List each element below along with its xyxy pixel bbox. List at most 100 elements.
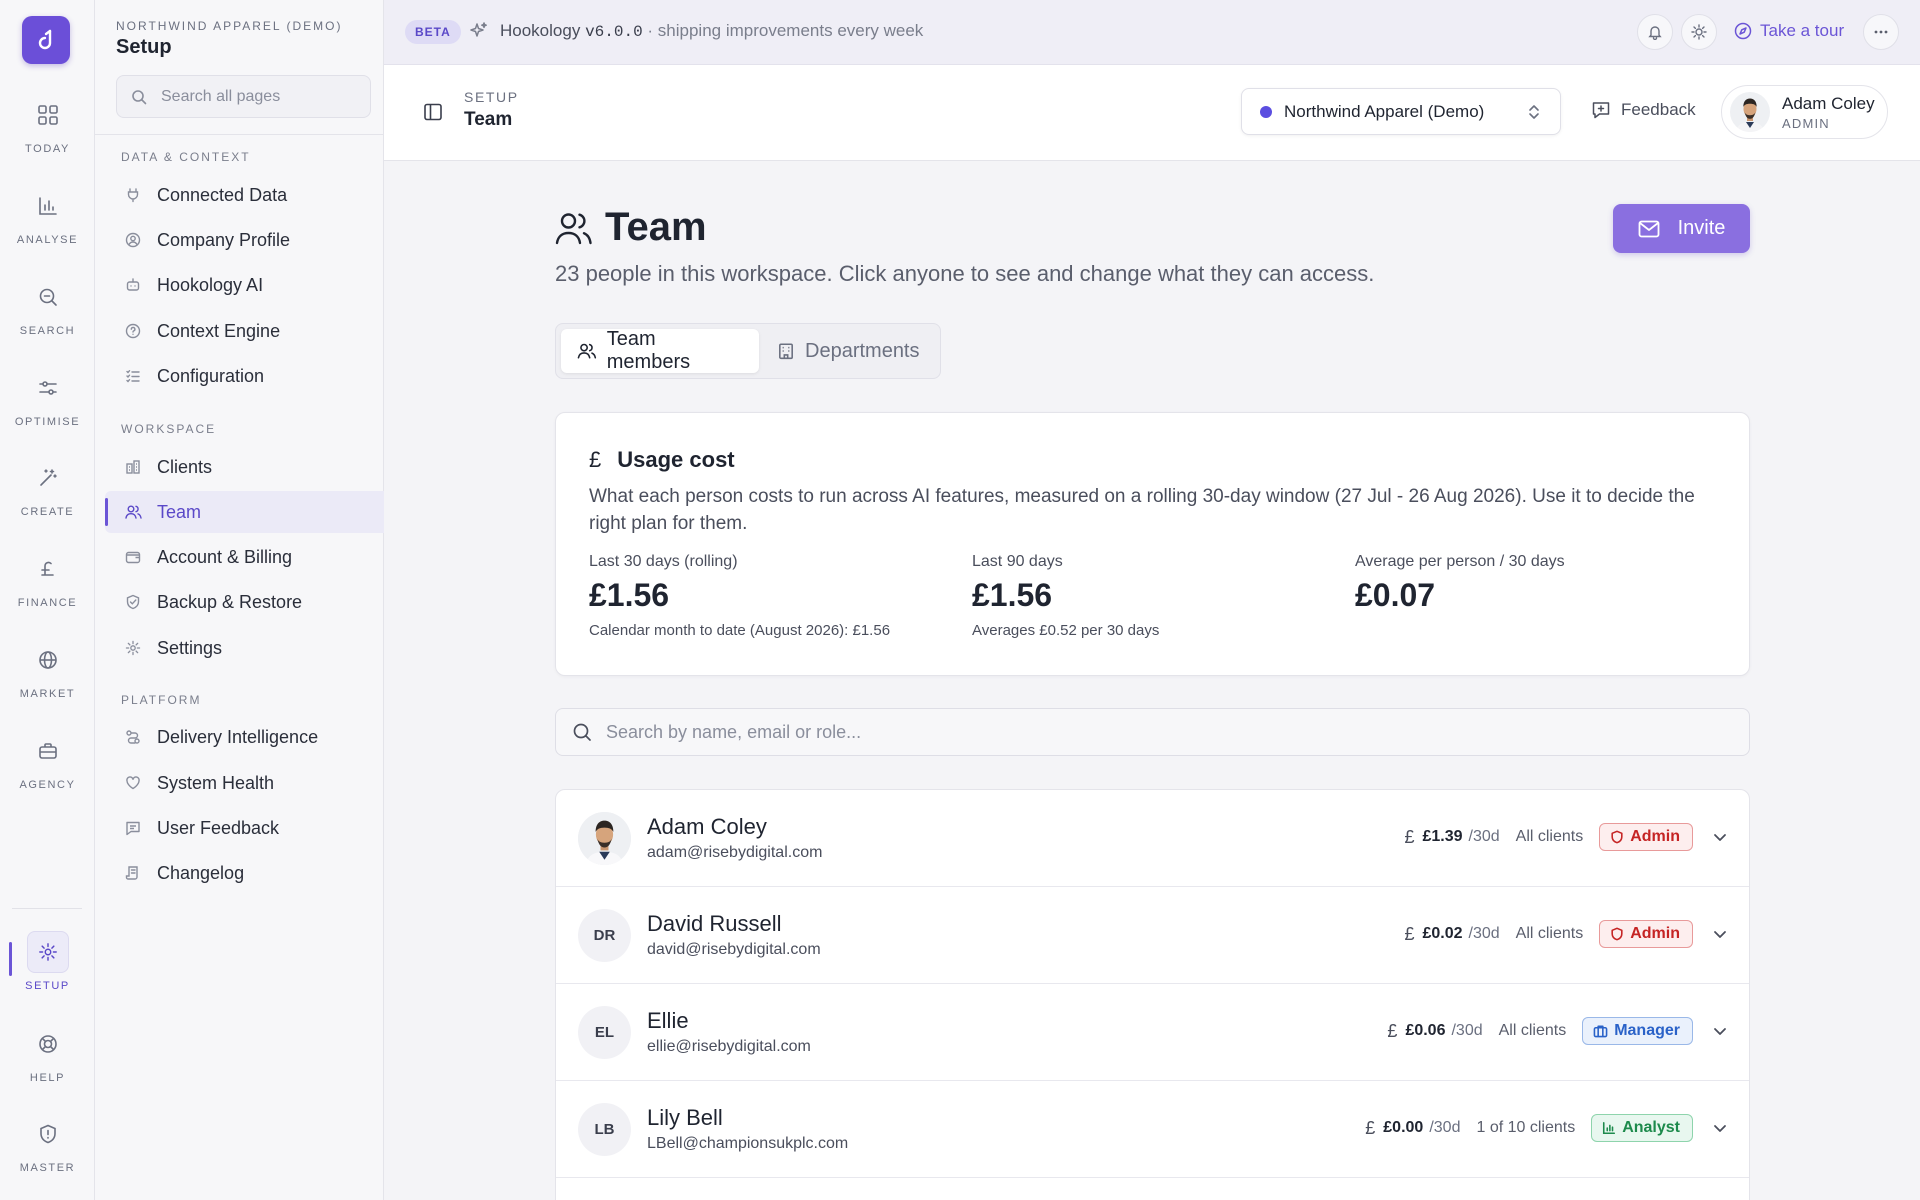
table-row[interactable]: DR David Russell david@risebydigital.com… [556,887,1749,984]
take-tour-button[interactable]: Take a tour [1734,21,1844,41]
shield-icon [1611,830,1623,844]
rail-item-market[interactable]: MARKET [0,640,95,700]
member-client-scope: All clients [1515,828,1584,845]
page-header: SETUP Team Northwind Apparel (Demo) Feed… [384,65,1920,161]
expand-row-button[interactable] [1711,925,1729,943]
stat-label: Average per person / 30 days [1355,553,1565,570]
rail-label: MARKET [19,688,76,700]
sidebar-item-user-feedback[interactable]: User Feedback [105,807,384,849]
rail-label: MASTER [19,1162,76,1174]
rail-item-agency[interactable]: AGENCY [0,731,95,791]
stat-note: Averages £0.52 per 30 days [972,622,1160,639]
role-badge: Manager [1582,1017,1693,1045]
rail-label: OPTIMISE [14,416,81,428]
sidebar-search-input[interactable]: Search all pages [116,75,371,118]
app-logo[interactable] [22,16,70,64]
sidebar-item-context-engine[interactable]: Context Engine [105,310,384,352]
plug-icon [123,187,143,203]
more-options-button[interactable] [1863,14,1899,50]
role-badge-label: Analyst [1622,1119,1680,1136]
role-badge: Admin [1599,920,1693,948]
breadcrumb-section: SETUP [464,89,519,105]
tab-team-members[interactable]: Team members [561,328,759,373]
role-badge: Analyst [1591,1114,1693,1142]
user-menu[interactable]: Adam Coley ADMIN [1721,85,1888,139]
sparkles-icon [469,21,489,41]
invite-button[interactable]: Invite [1613,204,1750,253]
stat-value: £1.56 [972,577,1053,613]
sidebar-item-account-billing[interactable]: Account & Billing [105,536,384,578]
sidebar-item-backup-restore[interactable]: Backup & Restore [105,581,384,623]
expand-row-button[interactable] [1711,828,1729,846]
rail-item-finance[interactable]: FINANCE [0,549,95,609]
stat-label: Last 90 days [972,553,1063,570]
page-subtitle: 23 people in this workspace. Click anyon… [555,261,1375,286]
member-email: david@risebydigital.com [647,941,821,958]
sidebar-item-settings[interactable]: Settings [105,627,384,669]
sidebar-toggle-button[interactable] [423,102,443,122]
breadcrumb-page: Team [464,109,513,130]
rail-label: CREATE [20,506,75,518]
sidebar-divider [95,134,384,135]
sidebar-item-team[interactable]: Team [105,491,384,533]
users-icon [123,504,143,520]
sidebar-item-configuration[interactable]: Configuration [105,355,384,397]
user-name: Adam Coley [1782,93,1875,113]
sliders-icon [28,368,68,408]
question-circle-icon [123,323,143,339]
member-meta: £ £1.39/30d All clients Admin [1404,823,1729,851]
table-row[interactable]: Adam Coley adam@risebydigital.com £ £1.39… [556,790,1749,887]
user-circle-icon [123,232,143,248]
notifications-button[interactable] [1637,14,1673,50]
shield-check-icon [123,594,143,610]
feedback-button[interactable]: Feedback [1591,100,1696,120]
member-client-scope: 1 of 10 clients [1476,1119,1576,1136]
pound-icon: £ [589,447,602,472]
sidebar-item-label: Account & Billing [157,546,293,567]
theme-toggle-button[interactable] [1681,14,1717,50]
building-icon [779,343,793,360]
org-selector-value: Northwind Apparel (Demo) [1284,101,1485,121]
usage-cost-description: What each person costs to run across AI … [589,486,1695,534]
pound-icon [28,549,68,589]
organisation-selector[interactable]: Northwind Apparel (Demo) [1241,88,1561,135]
rail-item-help[interactable]: HELP [0,1024,95,1084]
org-status-dot [1260,105,1272,118]
rail-label: TODAY [25,143,70,155]
tab-departments[interactable]: Departments [761,329,936,373]
member-cost: £ £0.06/30d [1387,1021,1482,1042]
rail-item-setup[interactable]: SETUP [0,931,95,992]
sidebar-item-label: Backup & Restore [157,591,303,612]
sidebar-item-delivery-intelligence[interactable]: Delivery Intelligence [105,716,384,758]
usage-cost-card: £ Usage cost What each person costs to r… [555,412,1750,676]
rail-item-analyse[interactable]: ANALYSE [0,186,95,246]
avatar: EL [578,1006,631,1059]
sidebar-item-hookology-ai[interactable]: Hookology AI [105,264,384,306]
sidebar-item-clients[interactable]: Clients [105,446,384,488]
sidebar-item-changelog[interactable]: Changelog [105,852,384,894]
rail-item-master[interactable]: MASTER [0,1114,95,1174]
table-row[interactable]: LB Lily Bell LBell@championsukplc.com £ £… [556,1081,1749,1178]
sidebar-item-label: Clients [157,456,213,477]
invite-label: Invite [1677,217,1726,239]
route-icon [123,729,143,745]
rail-item-search[interactable]: SEARCH [0,277,95,337]
feedback-label: Feedback [1621,100,1696,119]
rail-label: FINANCE [17,597,78,609]
sidebar-item-connected-data[interactable]: Connected Data [105,174,384,216]
rail-item-today[interactable]: TODAY [0,95,95,155]
rail-item-optimise[interactable]: OPTIMISE [0,368,95,428]
rail-item-create[interactable]: CREATE [0,458,95,518]
member-cost-amount: £1.39 [1422,828,1463,845]
building-icon [123,459,143,475]
globe-icon [28,640,68,680]
expand-row-button[interactable] [1711,1022,1729,1040]
chevrons-up-down-icon [1526,103,1542,121]
sidebar-item-system-health[interactable]: System Health [105,762,384,804]
sidebar-item-label: User Feedback [157,817,280,838]
table-row[interactable]: EL Ellie ellie@risebydigital.com £ £0.06 /… [556,984,1749,1081]
wallet-icon [123,549,143,565]
expand-row-button[interactable] [1711,1119,1729,1137]
sidebar-item-company-profile[interactable]: Company Profile [105,219,384,261]
member-search-input[interactable]: Search by name, email or role... [555,708,1750,756]
